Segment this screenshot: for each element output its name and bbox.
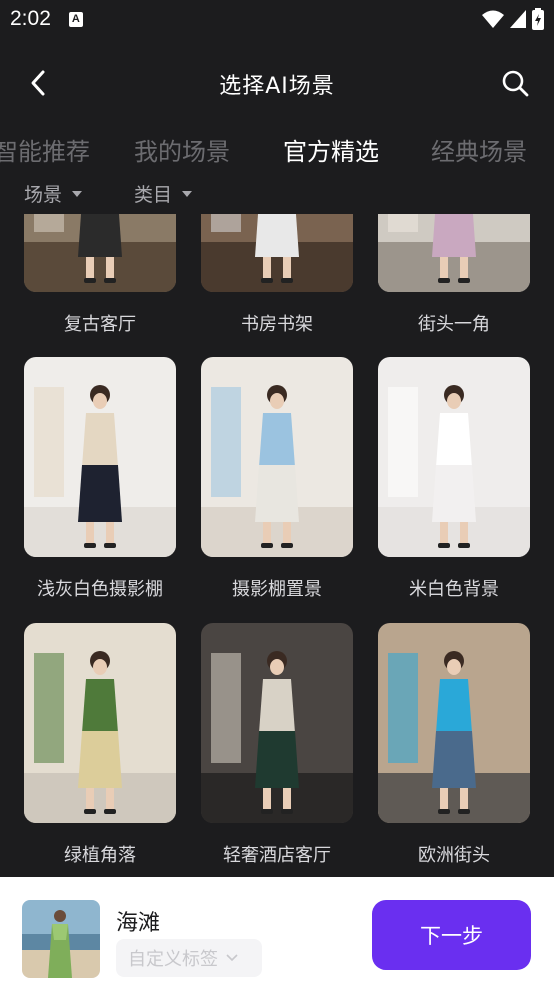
scene-thumbnail[interactable] [201,214,353,292]
search-icon[interactable] [500,68,530,98]
filter-scene-dropdown[interactable]: 场景 [24,180,83,207]
status-bar: 2:02 A [0,0,554,38]
selected-scene-thumbnail[interactable] [22,900,100,978]
tab-smart-recommend[interactable]: 智能推荐 [0,132,90,167]
bottom-selection-bar: 海滩 自定义标签 下一步 [0,877,554,985]
scene-label: 浅灰白色摄影棚 [37,579,163,600]
caret-down-icon [182,190,193,197]
filter-bar: 场景 类目 [0,176,554,210]
scene-card[interactable]: 欧洲街头 [378,623,530,867]
scene-card[interactable]: 街头一角 [378,214,530,336]
scene-card[interactable]: 米白色背景 [378,357,530,601]
scene-thumbnail[interactable] [24,623,176,823]
scene-thumbnail[interactable] [201,357,353,557]
scene-label: 绿植角落 [64,845,136,866]
battery-icon [532,8,544,30]
scene-label: 米白色背景 [409,579,499,600]
scene-label: 轻奢酒店客厅 [223,845,331,866]
filter-scene-label: 场景 [24,184,63,206]
scene-thumbnail[interactable] [24,214,176,292]
back-arrow-icon[interactable] [24,68,54,98]
scene-thumbnail[interactable] [378,214,530,292]
cell-signal-icon [510,10,526,28]
status-time: 2:02 [10,7,51,30]
filter-category-dropdown[interactable]: 类目 [134,180,193,207]
nav-bar: 选择AI场景 [0,58,554,110]
filter-category-label: 类目 [134,184,173,206]
scene-label: 摄影棚置景 [232,579,322,600]
scene-thumbnail[interactable] [201,623,353,823]
scene-label: 欧洲街头 [418,845,490,866]
next-step-button[interactable]: 下一步 [372,900,531,970]
custom-tag-placeholder: 自定义标签 [128,949,218,970]
scene-label: 街头一角 [418,314,490,335]
scene-card[interactable]: 书房书架 [201,214,353,336]
status-icons [482,8,544,30]
scene-card[interactable]: 复古客厅 [24,214,176,336]
page-title: 选择AI场景 [219,74,335,99]
wifi-icon [482,10,504,28]
custom-tag-dropdown[interactable]: 自定义标签 [116,939,262,977]
caret-down-icon [72,190,83,197]
notification-a-icon: A [68,11,83,27]
scene-card[interactable]: 轻奢酒店客厅 [201,623,353,867]
scene-label: 复古客厅 [64,314,136,335]
scene-label: 书房书架 [241,314,313,335]
scene-tabs: 智能推荐 我的场景 官方精选 经典场景 [0,126,554,172]
scene-thumbnail[interactable] [24,357,176,557]
scene-thumbnail[interactable] [378,623,530,823]
tab-classic-scenes[interactable]: 经典场景 [431,132,527,167]
scene-grid: 复古客厅 书房书架 街头一角浅灰白色摄影棚 摄影棚置景 米白色背景绿植角落 轻奢酒店客厅 欧… [0,214,554,876]
tab-my-scenes[interactable]: 我的场景 [134,132,230,167]
selected-scene-name: 海滩 [116,911,161,936]
chevron-down-icon [226,954,238,962]
scene-thumbnail[interactable] [378,357,530,557]
scene-card[interactable]: 摄影棚置景 [201,357,353,601]
tab-official-picks[interactable]: 官方精选 [283,132,379,167]
scene-card[interactable]: 绿植角落 [24,623,176,867]
scene-card[interactable]: 浅灰白色摄影棚 [24,357,176,601]
